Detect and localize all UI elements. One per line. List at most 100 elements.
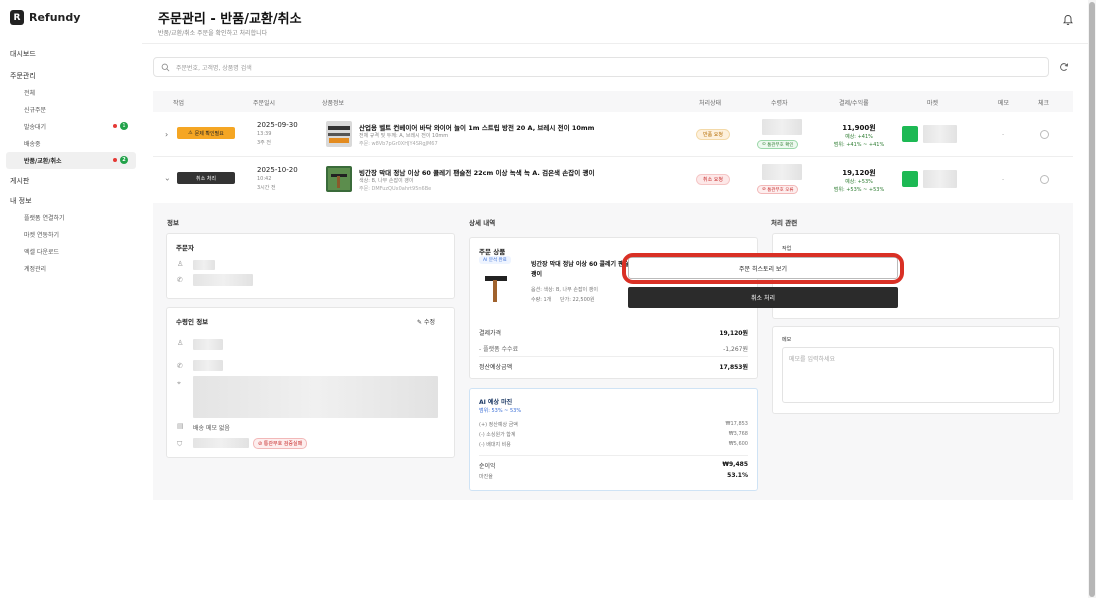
memo-value: - [1002, 176, 1005, 183]
margin-range: 범위: +41% ~ +41% [833, 142, 885, 148]
customs-status-text: 통관부호 오류 [767, 187, 794, 193]
bell-icon[interactable] [1062, 14, 1074, 26]
relative-time: 3주 전 [257, 140, 271, 146]
time-text: 10:42 [257, 176, 272, 182]
ordered-product-option: 옵션: 색상: B, 나무 손잡이 괭이 [531, 287, 598, 293]
col-product-info: 상품정보 [322, 100, 345, 107]
memo-card: 메모 메모를 입력하세요 [772, 326, 1060, 414]
col-recipient: 수령자 [771, 100, 788, 107]
page-header: 주문관리 - 반품/교환/취소 반품/교환/취소 주문을 확인하고 처리합니다 [142, 0, 1088, 44]
ordered-product-qty: 수량: 1개 [531, 297, 552, 303]
margin-range: 범위: +53% ~ +53% [833, 187, 885, 193]
date-text: 2025-10-20 [257, 166, 298, 174]
profit-label: 순이익 [479, 463, 496, 470]
chevron-right-icon[interactable]: › [165, 130, 168, 139]
sidebar: R Refundy 대시보드 주문관리 전체 신규주문 발송대기 1 배송중 반… [0, 0, 142, 598]
recipient-name-blurred [193, 339, 223, 350]
sidebar-item-platform-connect[interactable]: 플랫폼 연결하기 [0, 209, 142, 226]
sidebar-item-new-orders[interactable]: 신규주문 [0, 101, 142, 118]
orderer-card: 주문자 ♙ ✆ [166, 233, 455, 299]
user-icon: ♙ [177, 260, 184, 268]
product-name[interactable]: 산업용 벨트 컨베이어 바닥 와이어 늘이 1m 스트립 방전 20 A, 브레… [359, 122, 659, 132]
sidebar-item-account[interactable]: 계정관리 [0, 260, 142, 277]
fee-value: -1,267원 [723, 346, 748, 353]
sidebar-item-label: 발송대기 [24, 124, 47, 131]
product-option: 색상: B, 나무 손잡이 괭이 [359, 178, 414, 184]
expected-margin: 예상: +53% [845, 179, 873, 185]
ai-analysis-badge: AI 분석 완료 [479, 256, 511, 264]
edit-label: 수정 [423, 319, 435, 326]
sidebar-item-in-transit[interactable]: 배송중 [0, 135, 142, 152]
sidebar-item-returns[interactable]: 반품/교환/취소 2 [6, 152, 136, 169]
sidebar-item-my-info[interactable]: 내 정보 [0, 193, 142, 209]
table-row[interactable]: › 취소 처리 2025-10-20 10:42 3시간 전 빙간장 막대 정남… [153, 158, 1073, 202]
memo-input[interactable]: 메모를 입력하세요 [782, 347, 1054, 403]
settlement-value: 17,853원 [719, 364, 748, 371]
orderer-phone-blurred [193, 274, 253, 286]
warning-icon: ⚠ [188, 130, 193, 136]
ai-line-value: ₩17,853 [725, 421, 748, 427]
market-name-blurred [923, 125, 957, 143]
chevron-down-icon[interactable]: › [163, 178, 172, 181]
col-market: 마켓 [927, 100, 939, 107]
logo[interactable]: R Refundy [10, 10, 80, 25]
sidebar-item-market-link[interactable]: 마켓 연동하기 [0, 226, 142, 243]
sidebar-item-label: 반품/교환/취소 [24, 158, 62, 165]
col-status: 처리상태 [699, 100, 722, 107]
vertical-scrollbar[interactable] [1088, 0, 1096, 598]
time-text: 13:39 [257, 131, 272, 137]
phone-icon: ✆ [177, 362, 183, 370]
table-row[interactable]: › ⚠ 문제 확인필요 2025-09-30 13:39 3주 전 산업용 벨트… [153, 113, 1073, 157]
page-subtitle: 반품/교환/취소 주문을 확인하고 처리합니다 [158, 30, 268, 37]
sidebar-item-all[interactable]: 전체 [0, 84, 142, 101]
divider [479, 455, 748, 456]
recipient-blurred [762, 164, 802, 180]
date-text: 2025-09-30 [257, 121, 298, 129]
divider [479, 356, 748, 357]
settlement-label: 정산예상금액 [479, 364, 513, 371]
market-logo-icon [902, 171, 918, 187]
notification-badges: 1 [113, 122, 128, 130]
cancel-process-action-button[interactable]: 취소 처리 [628, 287, 898, 308]
col-memo: 메모 [998, 100, 1010, 107]
product-thumbnail[interactable] [326, 121, 352, 147]
product-name[interactable]: 빙간장 막대 정남 이상 60 콜레기 팬슬전 22cm 이상 녹색 녹 A. … [359, 167, 659, 177]
cancel-process-button[interactable]: 취소 처리 [177, 172, 235, 184]
customs-status-text: 통관부호 확인 [767, 142, 794, 148]
sidebar-item-orders[interactable]: 주문관리 [0, 68, 142, 84]
customs-status-badge: ⊘ 통관부호 오류 [757, 185, 799, 194]
sidebar-item-board[interactable]: 게시판 [0, 173, 142, 189]
search-input[interactable]: 주문번호, 고객명, 상품명 검색 [153, 57, 1049, 77]
check-needed-button[interactable]: ⚠ 문제 확인필요 [177, 127, 235, 139]
ai-line-label: (+) 정산예상 금액 [479, 422, 518, 428]
status-badge: 반품 요청 [696, 129, 730, 140]
memo-value: - [1002, 131, 1005, 138]
scrollbar-thumb[interactable] [1089, 2, 1095, 597]
market-name-blurred [923, 170, 957, 188]
row-checkbox[interactable] [1040, 130, 1049, 139]
sidebar-item-excel-download[interactable]: 엑셀 다운로드 [0, 243, 142, 260]
sidebar-item-dashboard[interactable]: 대시보드 [0, 46, 142, 62]
payment-value: 19,120원 [719, 330, 748, 337]
shield-icon: ⛉ [177, 440, 183, 448]
address-blurred [193, 376, 438, 418]
memo-icon: ▤ [177, 422, 184, 430]
payment-label: 결제가격 [479, 330, 502, 337]
table-header: 작업 주문일시 상품정보 처리상태 수령자 결제/수익률 마켓 메모 체크 [153, 91, 1073, 112]
expected-margin: 예상: +41% [845, 134, 873, 140]
pencil-icon: ✎ [417, 319, 424, 326]
market-logo-icon [902, 126, 918, 142]
phone-icon: ✆ [177, 276, 183, 284]
row-checkbox[interactable] [1040, 175, 1049, 184]
edit-button[interactable]: ✎ 수정 [417, 317, 435, 326]
order-detail-panel: 정보 주문자 ♙ ✆ 수령인 정보 ✎ 수정 ♙ ✆ ⌖ ▤ 배송 메모 없음 … [153, 203, 1073, 500]
ai-line-label: (-) 배대지 비용 [479, 442, 511, 448]
process-section-title: 처리 관련 [771, 219, 798, 227]
product-thumbnail[interactable] [326, 166, 352, 192]
col-payment-margin: 결제/수익률 [839, 100, 869, 107]
button-label: 문제 확인필요 [194, 130, 224, 137]
recipient-title: 수령인 정보 [176, 318, 209, 326]
refresh-icon[interactable] [1059, 62, 1069, 72]
product-option: 전체 규격 및 두께: A, 브레시 전이 10mm [359, 133, 449, 139]
sidebar-item-shipping-wait[interactable]: 발송대기 1 [0, 118, 142, 135]
